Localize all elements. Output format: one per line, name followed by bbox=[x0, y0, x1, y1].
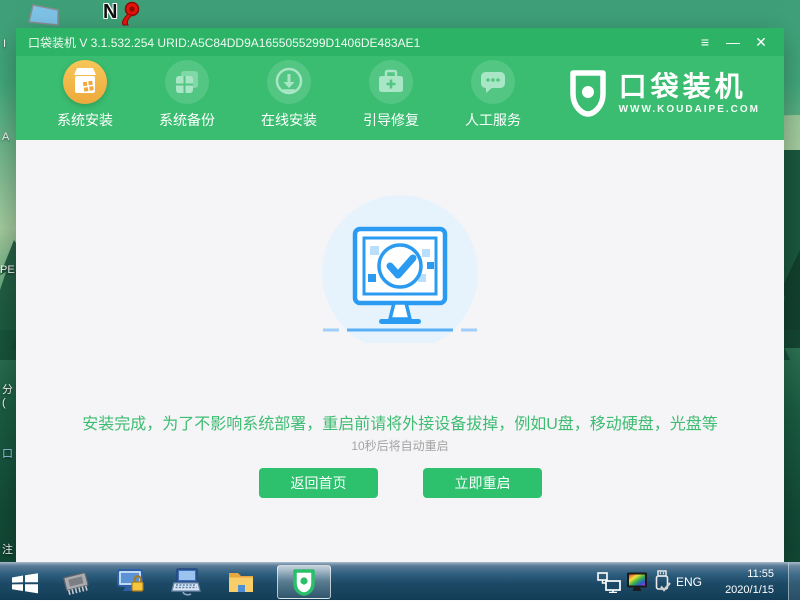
nav-bar: 系统安装 系统备份 bbox=[16, 56, 784, 140]
brand-logo: 口袋装机 WWW.KOUDAIPE.COM bbox=[567, 68, 760, 118]
main-content: 安装完成，为了不影响系统部署，重启前请将外接设备拔掉，例如U盘，移动硬盘，光盘等… bbox=[16, 140, 784, 562]
desktop-icon-label-fragment: I bbox=[3, 38, 6, 50]
install-box-icon bbox=[63, 60, 107, 104]
windows-logo-icon bbox=[11, 570, 39, 596]
desktop-icon-n-key[interactable]: N bbox=[103, 1, 143, 26]
taskbar-item-file-explorer[interactable] bbox=[227, 569, 257, 600]
desktop-icon-label-fragment: A bbox=[2, 131, 9, 143]
nav-label: 系统安装 bbox=[50, 110, 120, 130]
back-home-button[interactable]: 返回首页 bbox=[259, 468, 378, 498]
desktop-icon-label-fragment: ( bbox=[2, 397, 6, 409]
nav-item-boot-repair[interactable]: 引导修复 bbox=[356, 56, 426, 140]
download-circle-icon bbox=[267, 60, 311, 104]
red-key-icon bbox=[115, 1, 143, 26]
install-complete-message: 安装完成，为了不影响系统部署，重启前请将外接设备拔掉，例如U盘，移动硬盘，光盘等 bbox=[16, 410, 784, 434]
nav-item-online-install[interactable]: 在线安装 bbox=[254, 56, 324, 140]
nav-label: 系统备份 bbox=[152, 110, 222, 130]
chat-bubble-icon bbox=[471, 60, 515, 104]
nav-label: 人工服务 bbox=[458, 110, 528, 130]
monitor-lock-icon bbox=[116, 568, 146, 596]
app-window: 口袋装机 V 3.1.532.254 URID:A5C84DD9A1655055… bbox=[16, 28, 784, 562]
menu-button[interactable]: ≡ bbox=[694, 32, 716, 52]
desktop-icon-label-fragment: PE bbox=[0, 264, 15, 276]
auto-restart-countdown: 10秒后将自动重启 bbox=[16, 437, 784, 454]
nav-label: 在线安装 bbox=[254, 110, 324, 130]
desktop-icon-label-fragment: 口 bbox=[2, 448, 13, 460]
desktop-icon-monitor-partial[interactable] bbox=[28, 3, 62, 31]
start-button[interactable] bbox=[11, 570, 39, 601]
shield-logo-icon bbox=[567, 68, 609, 118]
window-controls: ≡ — ✕ bbox=[694, 32, 772, 52]
taskbar: ENG 11:55 2020/1/15 bbox=[0, 562, 800, 600]
taskbar-item-ramdisk[interactable] bbox=[60, 569, 92, 601]
show-desktop-button[interactable] bbox=[788, 563, 800, 601]
backup-copies-icon bbox=[165, 60, 209, 104]
keyboard-monitor-icon bbox=[171, 568, 201, 596]
window-title: 口袋装机 V 3.1.532.254 URID:A5C84DD9A1655055… bbox=[28, 34, 420, 51]
minimize-button[interactable]: — bbox=[722, 32, 744, 52]
install-complete-illustration bbox=[315, 193, 485, 343]
folder-icon bbox=[227, 569, 257, 595]
desktop: N I A PE 分 ( 口 注 口袋装机 V 3.1.532.254 URID… bbox=[0, 0, 800, 600]
tray-display-color-icon[interactable] bbox=[626, 572, 650, 598]
repair-toolbox-icon bbox=[369, 60, 413, 104]
nav-item-system-install[interactable]: 系统安装 bbox=[50, 56, 120, 140]
desktop-icon-label-fragment: 分 bbox=[2, 384, 13, 396]
brand-site: WWW.KOUDAIPE.COM bbox=[619, 104, 760, 115]
tray-usb-eject-icon[interactable] bbox=[653, 570, 673, 599]
nav-item-human-service[interactable]: 人工服务 bbox=[458, 56, 528, 140]
taskbar-item-lock-screen[interactable] bbox=[116, 568, 146, 601]
brand-name: 口袋装机 bbox=[619, 72, 760, 102]
green-shield-icon bbox=[291, 568, 317, 596]
taskbar-item-onscreen-keyboard[interactable] bbox=[171, 568, 201, 601]
memory-chip-icon bbox=[60, 569, 92, 596]
title-bar: 口袋装机 V 3.1.532.254 URID:A5C84DD9A1655055… bbox=[16, 28, 784, 56]
desktop-icon-label-fragment: 注 bbox=[2, 544, 13, 556]
clock-time: 11:55 bbox=[706, 566, 774, 582]
clock-date: 2020/1/15 bbox=[706, 582, 774, 598]
nav-label: 引导修复 bbox=[356, 110, 426, 130]
taskbar-item-koudai-active[interactable] bbox=[277, 565, 331, 599]
tray-network-icon[interactable] bbox=[597, 572, 621, 598]
close-button[interactable]: ✕ bbox=[750, 32, 772, 52]
tray-clock[interactable]: 11:55 2020/1/15 bbox=[706, 566, 774, 598]
nav-item-system-backup[interactable]: 系统备份 bbox=[152, 56, 222, 140]
restart-now-button[interactable]: 立即重启 bbox=[423, 468, 542, 498]
tray-language-indicator[interactable]: ENG bbox=[676, 563, 702, 601]
